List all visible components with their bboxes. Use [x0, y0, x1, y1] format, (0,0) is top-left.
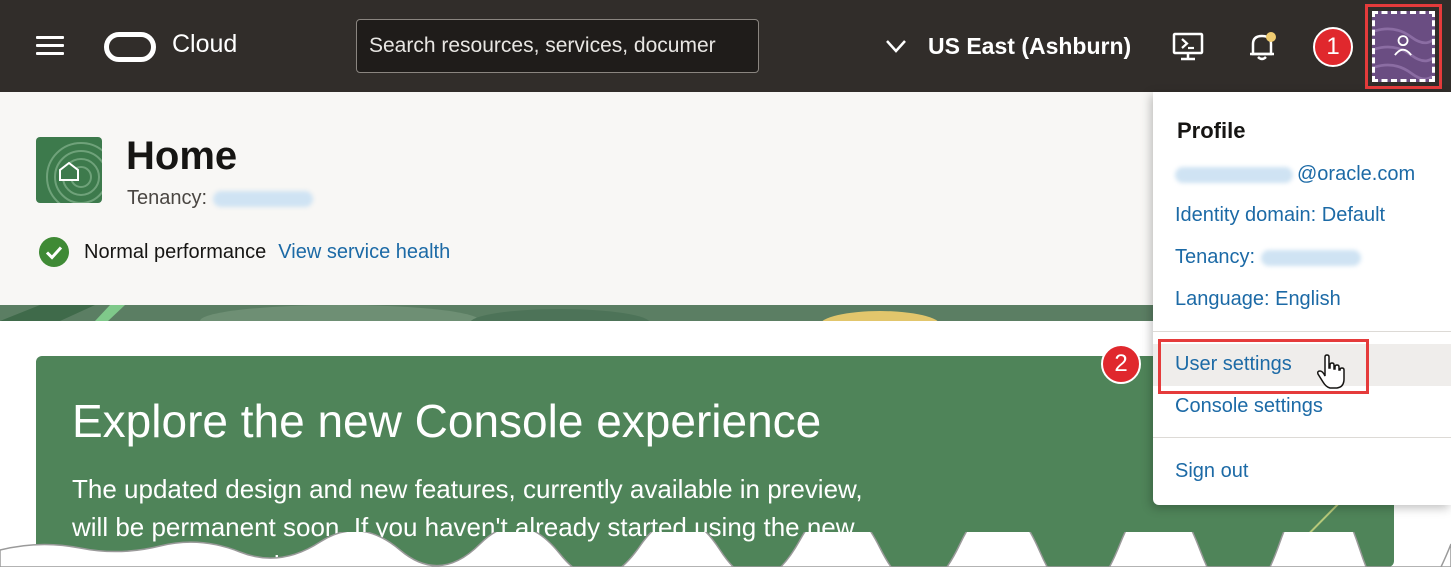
banner-title: Explore the new Console experience	[72, 395, 822, 447]
profile-avatar-button[interactable]	[1372, 11, 1435, 82]
language-link[interactable]: Language: English	[1175, 288, 1341, 311]
service-status: Normal performance View service health	[38, 236, 450, 268]
profile-menu: Profile @oracle.com Identity domain: Def…	[1153, 92, 1451, 505]
check-circle-icon	[39, 237, 69, 267]
brand-label[interactable]: Cloud	[172, 30, 237, 59]
sign-out-link[interactable]: Sign out	[1175, 460, 1248, 483]
tenancy-link[interactable]: Tenancy:	[1175, 246, 1362, 269]
hamburger-icon[interactable]	[36, 36, 64, 56]
bell-icon[interactable]	[1244, 28, 1280, 64]
tenancy-link-label: Tenancy:	[1175, 246, 1256, 268]
search-input[interactable]	[356, 19, 759, 73]
profile-email-link[interactable]: @oracle.com	[1175, 163, 1415, 186]
home-tile	[36, 137, 102, 203]
callout-badge-2: 2	[1101, 344, 1141, 384]
torn-edge	[0, 532, 1451, 567]
hand-cursor-icon	[1317, 354, 1345, 389]
profile-heading: Profile	[1177, 118, 1246, 143]
home-icon	[46, 142, 102, 203]
region-selector[interactable]: US East (Ashburn)	[884, 28, 1131, 64]
redacted-value	[213, 190, 314, 207]
banner-line-1: The updated design and new features, cur…	[72, 474, 863, 504]
redacted-value	[1175, 166, 1293, 183]
email-suffix: @oracle.com	[1297, 163, 1416, 185]
page-title: Home	[126, 134, 238, 178]
console-settings-link[interactable]: Console settings	[1175, 395, 1323, 418]
identity-domain-link[interactable]: Identity domain: Default	[1175, 204, 1385, 227]
tenancy-line: Tenancy:	[127, 187, 314, 210]
menu-divider	[1153, 331, 1451, 332]
callout-badge-1: 1	[1313, 27, 1353, 67]
view-service-health-link[interactable]: View service health	[278, 241, 450, 264]
tenancy-label: Tenancy:	[127, 187, 208, 209]
status-text: Normal performance	[84, 240, 267, 263]
oracle-logo-icon[interactable]	[104, 32, 156, 62]
cloud-shell-icon[interactable]	[1170, 28, 1206, 64]
chevron-down-icon	[886, 40, 906, 53]
redacted-value	[1261, 249, 1362, 266]
region-label: US East (Ashburn)	[928, 32, 1132, 59]
user-icon	[1375, 27, 1432, 79]
menu-divider	[1153, 437, 1451, 438]
